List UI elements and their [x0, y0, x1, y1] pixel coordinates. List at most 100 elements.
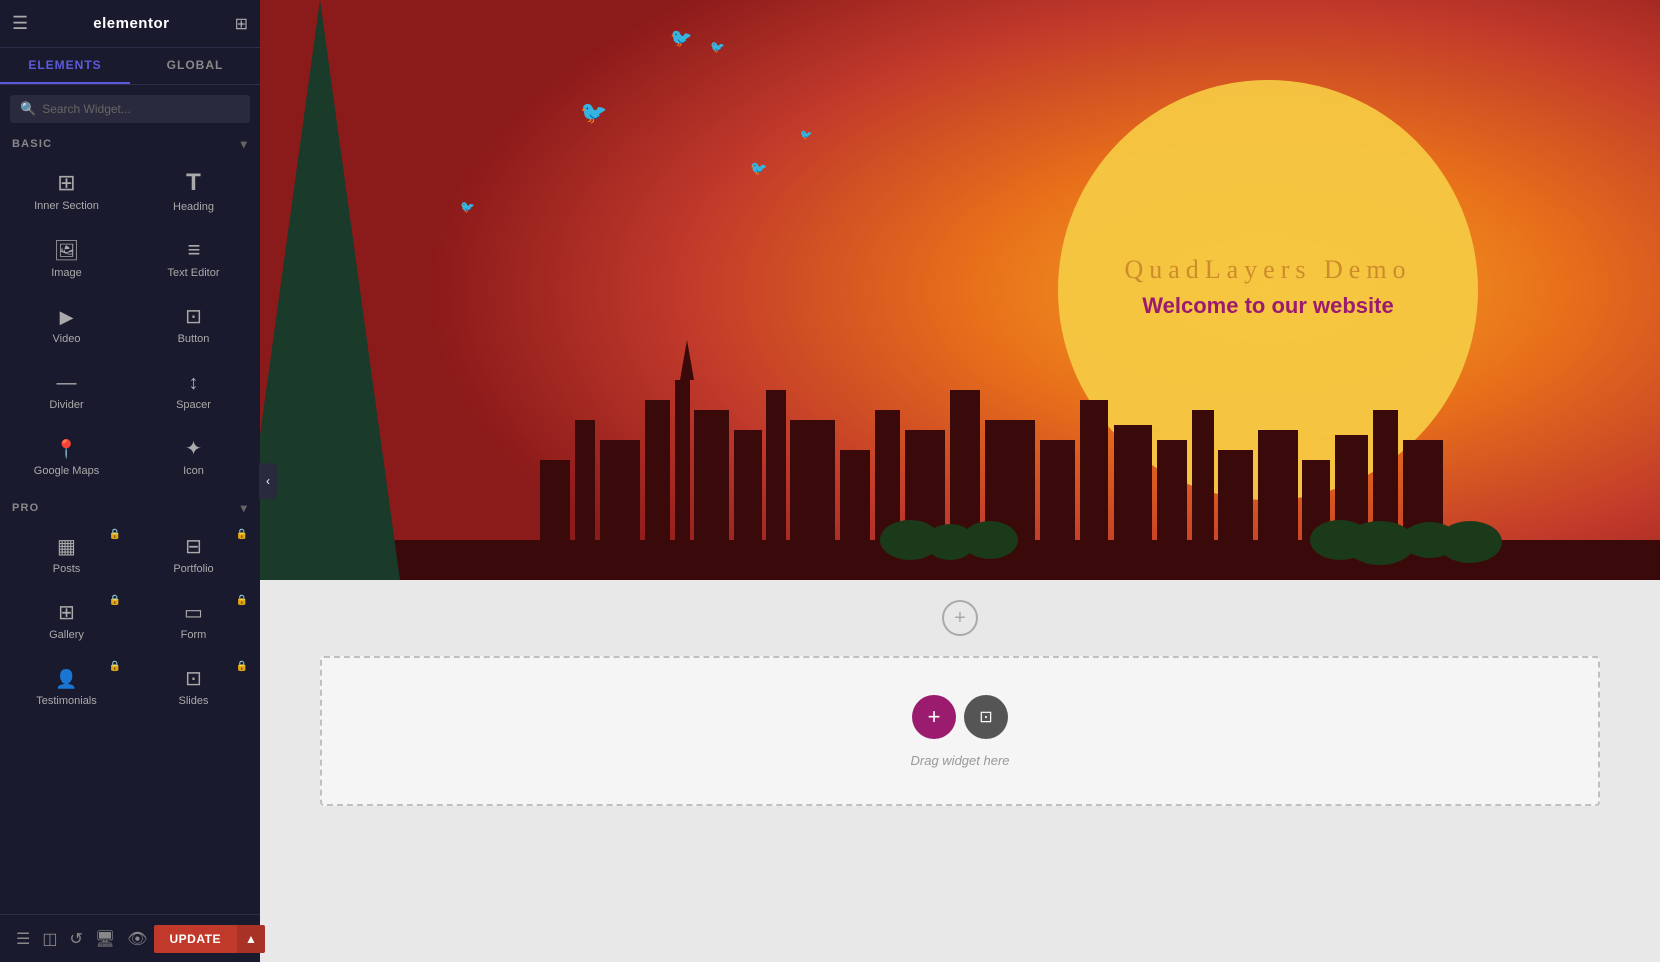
widget-icon[interactable]: Icon: [131, 423, 256, 487]
second-section: +: [260, 580, 1660, 656]
sidebar-scroll: BASIC ▾ Inner Section Heading Image Text…: [0, 129, 260, 962]
search-input[interactable]: [42, 102, 240, 116]
lock-gallery: 🔒: [109, 595, 121, 606]
bird-3: 🐦: [580, 100, 607, 126]
widget-video[interactable]: Video: [4, 291, 129, 355]
video-label: Video: [53, 333, 81, 345]
hero-subtitle: Welcome to our website: [1124, 293, 1411, 319]
grid-icon[interactable]: ⊞: [235, 14, 248, 34]
widget-form[interactable]: 🔒 Form: [131, 587, 256, 651]
tab-elements[interactable]: ELEMENTS: [0, 48, 130, 84]
drop-buttons: + ⊡: [912, 695, 1008, 739]
slides-label: Slides: [179, 695, 209, 707]
section-label-pro: PRO: [12, 502, 39, 514]
add-section-button[interactable]: +: [942, 600, 978, 636]
widget-divider[interactable]: Divider: [4, 357, 129, 421]
form-icon: [184, 601, 203, 623]
portfolio-icon: [185, 535, 202, 557]
widget-slides[interactable]: 🔒 Slides: [131, 653, 256, 717]
button-label: Button: [178, 333, 210, 345]
person-icon: [55, 667, 77, 689]
form-label: Form: [181, 629, 207, 641]
sidebar-tabs: ELEMENTS GLOBAL: [0, 48, 260, 85]
bird-4: 🐦: [750, 160, 767, 177]
bird-1: 🐦: [670, 28, 692, 49]
gallery-label: Gallery: [49, 629, 84, 641]
footer-eye-icon[interactable]: 👁: [121, 925, 153, 953]
widget-person[interactable]: 🔒 Testimonials: [4, 653, 129, 717]
maps-icon: [55, 437, 77, 459]
inner-section-icon: [57, 172, 75, 194]
search-icon: 🔍: [20, 101, 36, 117]
sidebar-footer: ☰ ◫ ↺ 🖥 👁 UPDATE ▲: [0, 914, 260, 962]
drop-add-button[interactable]: +: [912, 695, 956, 739]
widget-google-maps[interactable]: Google Maps: [4, 423, 129, 487]
image-icon: [54, 239, 79, 261]
tab-global[interactable]: GLOBAL: [130, 48, 260, 84]
sidebar-logo: elementor: [93, 15, 169, 32]
inner-section-label: Inner Section: [34, 200, 99, 212]
video-icon: [60, 305, 74, 327]
footer-hamburger-icon[interactable]: ☰: [10, 925, 36, 953]
collapse-handle[interactable]: ‹: [259, 463, 277, 499]
widget-heading[interactable]: Heading: [131, 157, 256, 223]
hero-text: QuadLayers Demo Welcome to our website: [1124, 255, 1411, 319]
lock-portfolio: 🔒: [236, 529, 248, 540]
widget-portfolio[interactable]: 🔒 Portfolio: [131, 521, 256, 585]
bird-5: 🐦: [460, 200, 475, 214]
text-editor-label: Text Editor: [168, 267, 220, 279]
drop-widget-button[interactable]: ⊡: [964, 695, 1008, 739]
person-label: Testimonials: [36, 695, 97, 707]
city-silhouette: [260, 340, 1660, 580]
button-icon: [185, 305, 202, 327]
pro-widget-grid: 🔒 Posts 🔒 Portfolio 🔒 Gallery 🔒 Form 🔒: [0, 519, 260, 723]
sidebar-header: ☰ elementor ⊞: [0, 0, 260, 48]
widget-gallery[interactable]: 🔒 Gallery: [4, 587, 129, 651]
footer-layers-icon[interactable]: ◫: [36, 925, 63, 953]
icon-label: Icon: [183, 465, 204, 477]
maps-label: Google Maps: [34, 465, 99, 477]
bird-2: 🐦: [710, 40, 725, 54]
portfolio-label: Portfolio: [173, 563, 213, 575]
footer-undo-icon[interactable]: ↺: [63, 925, 88, 953]
update-arrow-button[interactable]: ▲: [237, 925, 265, 953]
text-editor-icon: [188, 239, 200, 261]
widget-posts[interactable]: 🔒 Posts: [4, 521, 129, 585]
main-canvas: 🐦 🐦 🐦 🐦 🐦 🐦 QuadLayers Demo Welcome to o…: [260, 0, 1660, 962]
drop-zone: + ⊡ Drag widget here: [320, 656, 1600, 806]
tree-left-svg: [260, 0, 400, 580]
hamburger-icon[interactable]: ☰: [12, 13, 28, 34]
footer-desktop-icon[interactable]: 🖥: [89, 925, 121, 953]
icon-icon: [185, 437, 202, 459]
update-btn-group: UPDATE ▲: [154, 925, 265, 953]
posts-icon: [57, 535, 76, 557]
section-label-basic: BASIC: [12, 138, 52, 150]
hero-title: QuadLayers Demo: [1124, 255, 1411, 285]
section-header-basic: BASIC ▾: [0, 129, 260, 155]
spacer-icon: [189, 371, 199, 393]
lock-posts: 🔒: [109, 529, 121, 540]
hero-section: 🐦 🐦 🐦 🐦 🐦 🐦 QuadLayers Demo Welcome to o…: [260, 0, 1660, 580]
widget-button[interactable]: Button: [131, 291, 256, 355]
lock-slides: 🔒: [236, 661, 248, 672]
search-box: 🔍: [10, 95, 250, 123]
divider-label: Divider: [49, 399, 83, 411]
divider-icon: [57, 371, 77, 393]
chevron-pro[interactable]: ▾: [241, 501, 248, 515]
slides-icon: [185, 667, 202, 689]
widget-inner-section[interactable]: Inner Section: [4, 157, 129, 223]
bird-6: 🐦: [800, 130, 812, 141]
lock-person: 🔒: [109, 661, 121, 672]
chevron-basic[interactable]: ▾: [241, 137, 248, 151]
heading-label: Heading: [173, 201, 214, 213]
drop-section: + ⊡ Drag widget here: [260, 656, 1660, 846]
widget-image[interactable]: Image: [4, 225, 129, 289]
basic-widget-grid: Inner Section Heading Image Text Editor …: [0, 155, 260, 493]
widget-spacer[interactable]: Spacer: [131, 357, 256, 421]
sidebar: ☰ elementor ⊞ ELEMENTS GLOBAL 🔍 BASIC ▾ …: [0, 0, 260, 962]
drop-label: Drag widget here: [911, 753, 1010, 768]
widget-text-editor[interactable]: Text Editor: [131, 225, 256, 289]
section-header-pro: PRO ▾: [0, 493, 260, 519]
update-button[interactable]: UPDATE: [154, 925, 237, 953]
image-label: Image: [51, 267, 82, 279]
